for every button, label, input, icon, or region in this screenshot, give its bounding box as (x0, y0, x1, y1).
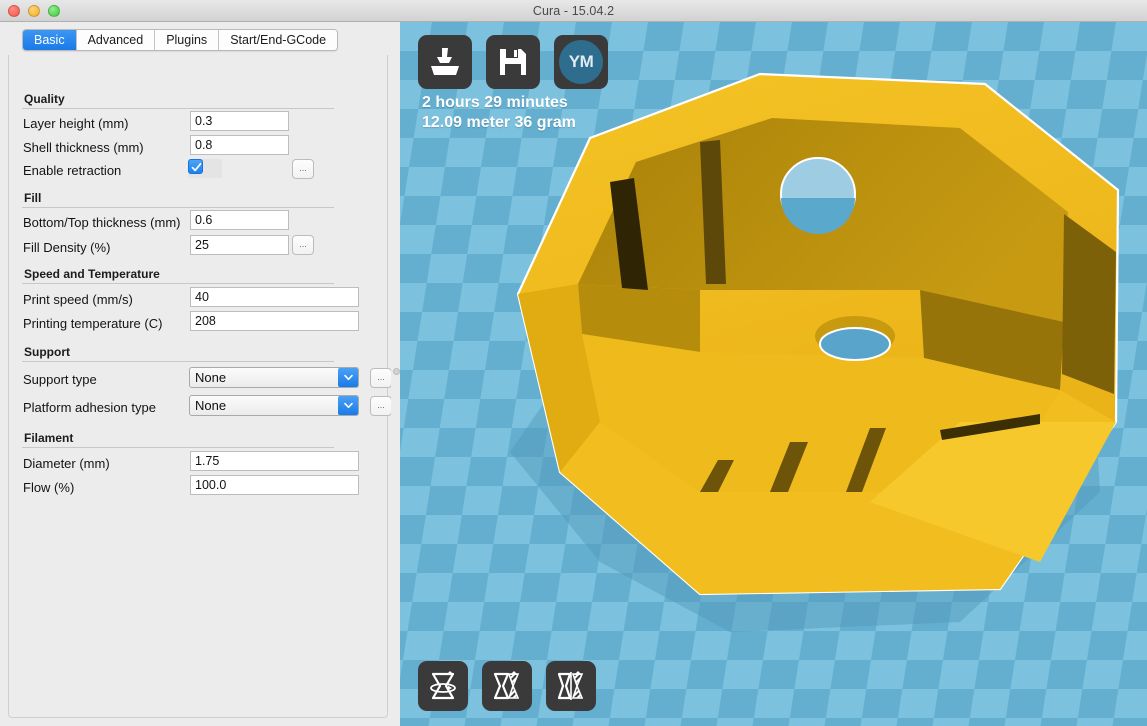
tab-plugins[interactable]: Plugins (155, 30, 220, 50)
input-shell-thickness[interactable] (190, 135, 289, 155)
input-layer-height[interactable] (190, 111, 289, 131)
section-header-quality: Quality (24, 92, 65, 106)
load-model-button[interactable] (418, 35, 472, 89)
input-diameter[interactable] (190, 451, 359, 471)
section-header-filament: Filament (24, 431, 74, 445)
print-statistics: 2 hours 29 minutes 12.09 meter 36 gram (422, 93, 576, 133)
settings-panel: Basic Advanced Plugins Start/End-GCode Q… (0, 22, 393, 726)
check-icon (191, 162, 202, 172)
window-title: Cura - 15.04.2 (532, 3, 615, 18)
dropdown-platform-adhesion-type[interactable]: None (189, 395, 359, 416)
splitter-handle[interactable] (393, 368, 400, 375)
section-rule-quality (22, 108, 334, 109)
print-material: 12.09 meter 36 gram (422, 114, 576, 131)
button-retraction-options[interactable]: ... (292, 159, 314, 179)
button-adhesion-options[interactable]: ... (370, 396, 392, 416)
save-toolpath-button[interactable] (486, 35, 540, 89)
section-rule-support (22, 361, 334, 362)
mirror-button[interactable] (546, 661, 596, 711)
label-layer-height: Layer height (mm) (23, 116, 129, 131)
input-fill-density[interactable] (190, 235, 289, 255)
maximize-button[interactable] (48, 5, 60, 17)
label-print-speed: Print speed (mm/s) (23, 292, 133, 307)
input-bottom-top-thickness[interactable] (190, 210, 289, 230)
window-controls (8, 5, 60, 17)
dropdown-platform-adhesion-value: None (195, 398, 227, 413)
viewport-top-toolbar: YM (418, 35, 608, 89)
label-shell-thickness: Shell thickness (mm) (23, 140, 144, 155)
section-header-speed-temperature: Speed and Temperature (24, 267, 160, 281)
input-printing-temperature[interactable] (190, 311, 359, 331)
rotate-icon (430, 671, 456, 700)
3d-viewport[interactable]: YM 2 hours 29 minutes 12.09 meter 36 gra… (400, 22, 1147, 726)
floppy-disk-icon (500, 49, 526, 75)
label-diameter: Diameter (mm) (23, 456, 110, 471)
label-support-type: Support type (23, 372, 97, 387)
tab-advanced[interactable]: Advanced (76, 30, 156, 50)
section-header-fill: Fill (24, 191, 42, 205)
label-fill-density: Fill Density (%) (23, 240, 111, 255)
minimize-button[interactable] (28, 5, 40, 17)
ym-icon: YM (559, 40, 603, 84)
label-bottom-top-thickness: Bottom/Top thickness (mm) (23, 215, 181, 230)
rotate-button[interactable] (418, 661, 468, 711)
scale-button[interactable] (482, 661, 532, 711)
section-header-support: Support (24, 345, 70, 359)
label-flow: Flow (%) (23, 480, 75, 495)
print-time: 2 hours 29 minutes (422, 94, 568, 111)
input-flow[interactable] (190, 475, 359, 495)
settings-panel-body: Quality Layer height (mm) Shell thicknes… (8, 55, 392, 718)
dropdown-support-type[interactable]: None (189, 367, 359, 388)
dropdown-support-type-value: None (195, 370, 227, 385)
button-support-options[interactable]: ... (370, 368, 392, 388)
section-rule-filament (22, 447, 334, 448)
tab-start-end-gcode[interactable]: Start/End-GCode (219, 30, 338, 50)
printer-icon (431, 48, 459, 75)
label-platform-adhesion-type: Platform adhesion type (23, 400, 156, 415)
tab-basic[interactable]: Basic (23, 30, 77, 50)
section-rule-speed-temperature (22, 283, 334, 284)
chevron-down-icon (338, 396, 358, 415)
mirror-icon (557, 671, 584, 700)
title-bar: Cura - 15.04.2 (0, 0, 1147, 22)
input-print-speed[interactable] (190, 287, 359, 307)
section-rule-fill (22, 207, 334, 208)
youmagine-button[interactable]: YM (554, 35, 608, 89)
label-enable-retraction: Enable retraction (23, 163, 122, 178)
checkbox-enable-retraction[interactable] (188, 159, 203, 174)
cura-application-window: Cura - 15.04.2 Basic Advanced Plugins St… (0, 0, 1147, 726)
chevron-down-icon (338, 368, 358, 387)
scale-icon (493, 671, 520, 700)
button-fill-options[interactable]: ... (292, 235, 314, 255)
settings-tabs: Basic Advanced Plugins Start/End-GCode (22, 29, 339, 51)
label-printing-temperature: Printing temperature (C) (23, 316, 163, 331)
viewport-bottom-toolbar (418, 661, 596, 711)
close-button[interactable] (8, 5, 20, 17)
